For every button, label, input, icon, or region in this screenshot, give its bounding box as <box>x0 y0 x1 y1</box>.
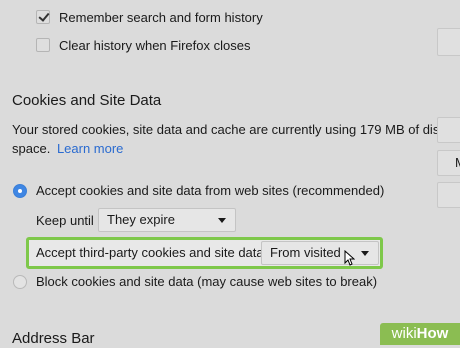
clear-history-label: Clear history when Firefox closes <box>59 38 251 53</box>
address-bar-section-title: Address Bar <box>12 330 95 347</box>
clear-history-side-button[interactable] <box>437 28 460 56</box>
mouse-cursor-icon <box>344 250 355 266</box>
storage-description-line1: Your stored cookies, site data and cache… <box>12 122 446 137</box>
clear-data-side-button[interactable] <box>437 117 460 143</box>
learn-more-link[interactable]: Learn more <box>57 141 123 156</box>
chevron-down-icon <box>361 251 369 256</box>
accept-cookies-radio[interactable] <box>13 184 27 198</box>
watermark-suffix: How <box>416 325 449 342</box>
third-party-value: From visited <box>270 245 341 260</box>
accept-cookies-label: Accept cookies and site data from web si… <box>36 183 385 198</box>
remember-history-label: Remember search and form history <box>59 10 263 25</box>
keep-until-dropdown[interactable]: They expire <box>98 208 236 232</box>
block-cookies-label: Block cookies and site data (may cause w… <box>36 274 378 289</box>
storage-description-line2: space. Learn more <box>12 141 123 157</box>
keep-until-value: They expire <box>107 212 175 227</box>
watermark-prefix: wiki <box>391 325 417 342</box>
cookies-section-title: Cookies and Site Data <box>12 92 162 109</box>
third-party-label: Accept third-party cookies and site data <box>36 245 264 260</box>
exceptions-side-button[interactable] <box>437 182 460 208</box>
chevron-down-icon <box>218 218 226 223</box>
storage-description-space: space. <box>12 141 51 156</box>
wikihow-watermark: wikiHow <box>380 323 460 345</box>
clear-history-checkbox[interactable] <box>36 38 50 52</box>
keep-until-label: Keep until <box>36 213 94 228</box>
remember-history-checkbox[interactable] <box>36 10 50 24</box>
manage-data-side-button-label: M <box>455 155 460 170</box>
third-party-dropdown[interactable]: From visited <box>261 241 379 265</box>
manage-data-side-button[interactable]: M <box>437 150 460 176</box>
block-cookies-radio[interactable] <box>13 275 27 289</box>
